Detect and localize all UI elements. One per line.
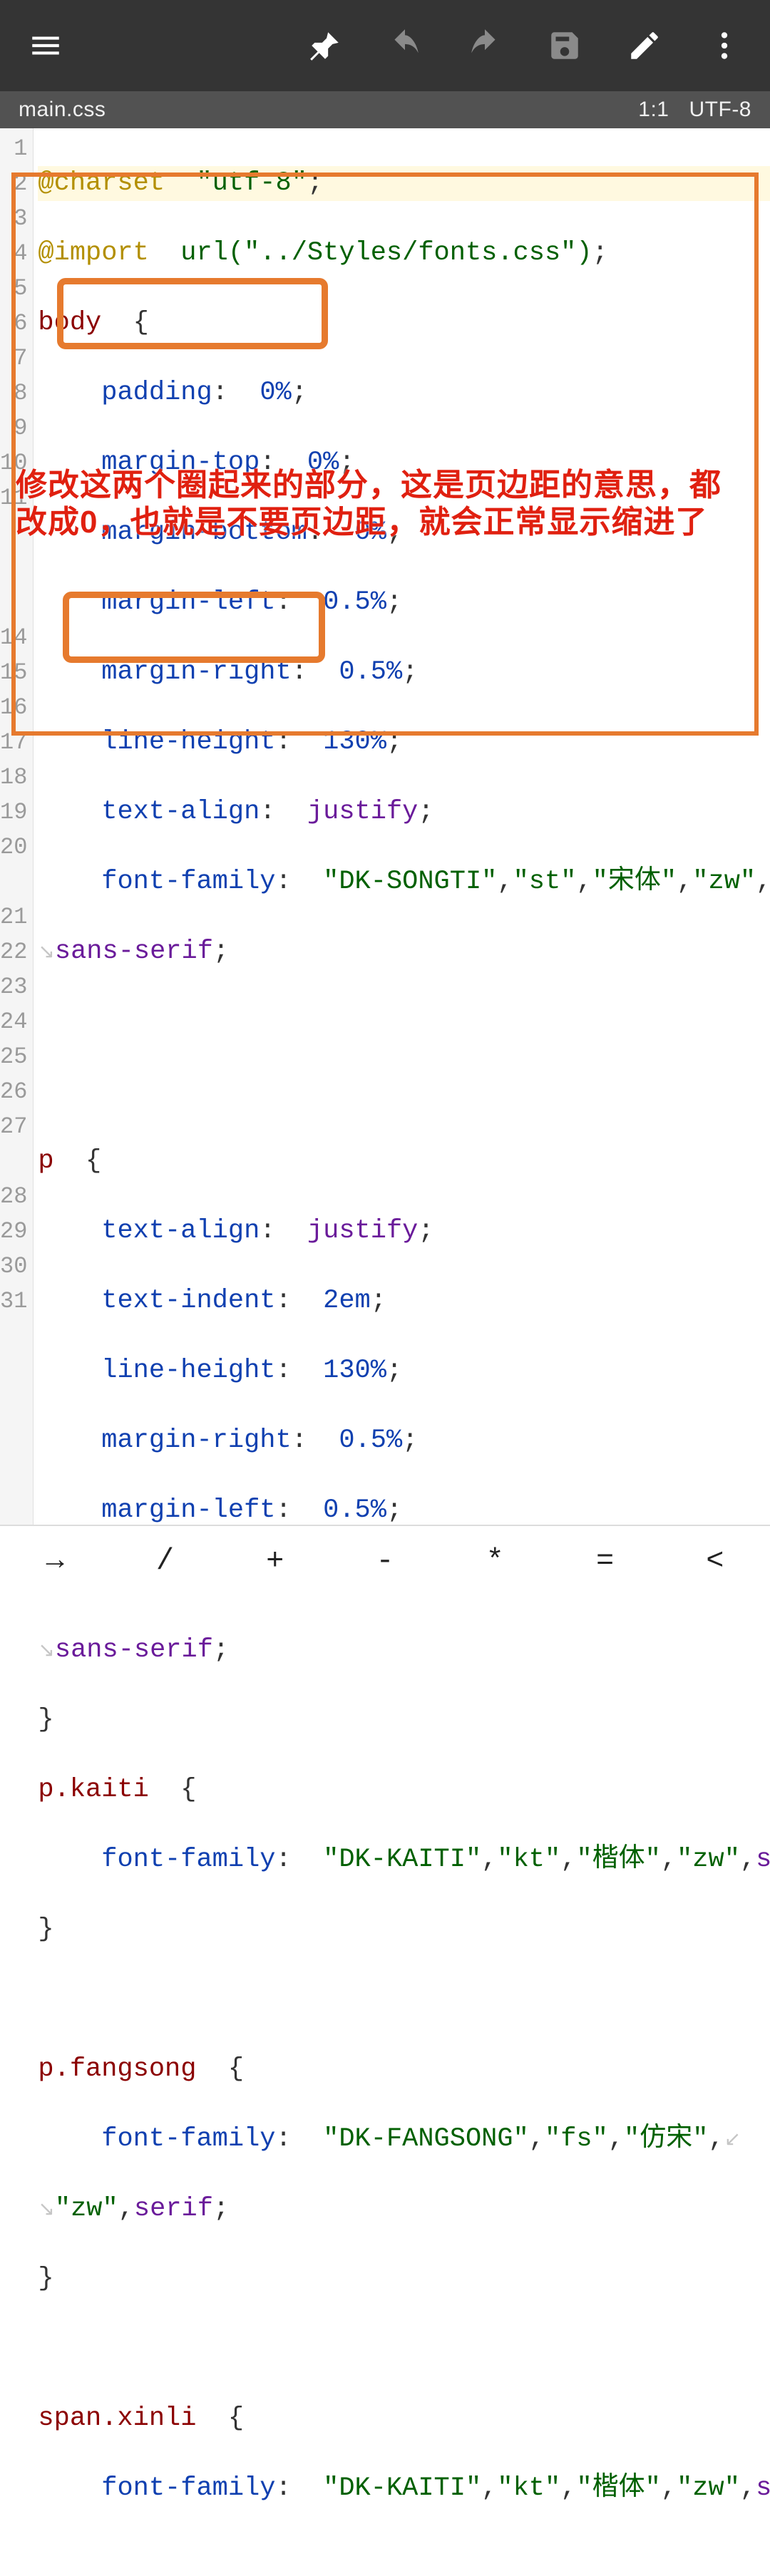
line-number-gutter: 1234567891011 14151617181920 21222324252… (0, 128, 34, 1525)
sym-slash[interactable]: / (110, 1526, 220, 1596)
filename-label: main.css (19, 98, 106, 122)
encoding-label: UTF-8 (689, 98, 752, 122)
cursor-position: 1:1 (638, 98, 669, 122)
sym-lt[interactable]: < (660, 1526, 770, 1596)
sym-eq[interactable]: = (550, 1526, 659, 1596)
pencil-icon[interactable] (619, 20, 670, 71)
sym-star[interactable]: * (440, 1526, 550, 1596)
sym-tab[interactable]: → (0, 1526, 110, 1596)
save-icon[interactable] (539, 20, 590, 71)
symbol-keyboard-row: → / + - * = < (0, 1525, 770, 1596)
code-editor[interactable]: 1234567891011 14151617181920 21222324252… (0, 128, 770, 1525)
code-content[interactable]: @charset "utf-8"; @import url("../Styles… (34, 128, 770, 1525)
top-toolbar (0, 0, 770, 91)
undo-icon[interactable] (379, 20, 431, 71)
sym-plus[interactable]: + (220, 1526, 330, 1596)
sym-minus[interactable]: - (330, 1526, 440, 1596)
more-vert-icon[interactable] (699, 20, 750, 71)
menu-icon[interactable] (20, 20, 71, 71)
redo-icon[interactable] (459, 20, 510, 71)
pin-icon[interactable] (299, 20, 351, 71)
status-bar: main.css 1:1 UTF-8 (0, 91, 770, 128)
